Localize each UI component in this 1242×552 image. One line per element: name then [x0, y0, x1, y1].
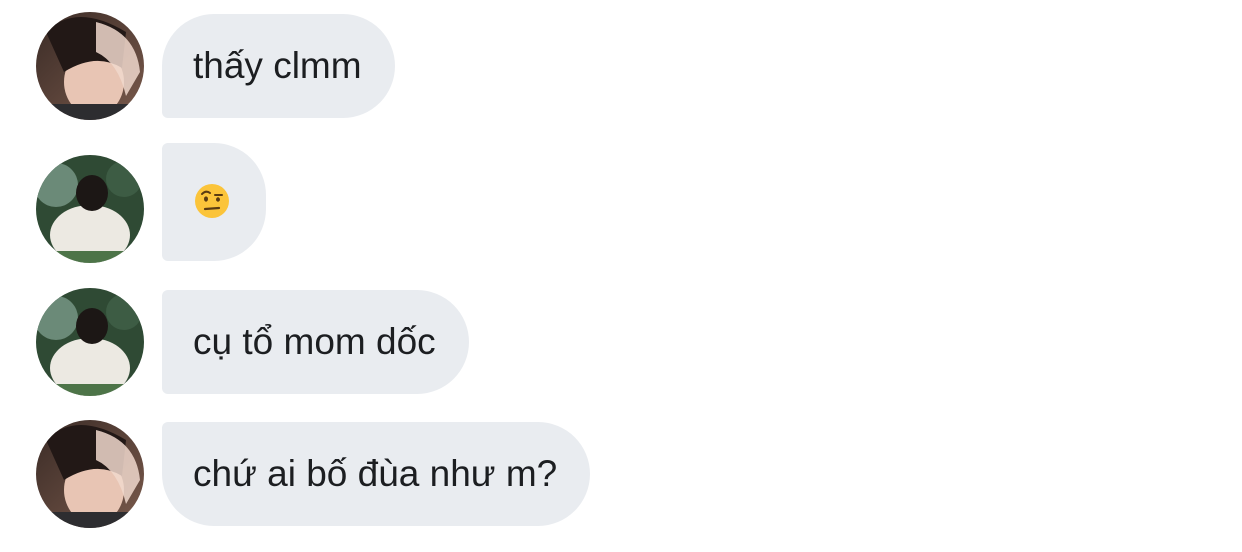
avatar-photo-icon: [36, 288, 144, 396]
message-bubble[interactable]: chứ ai bố đùa như m?: [162, 422, 591, 526]
message-bubble[interactable]: thấy clmm: [162, 14, 395, 118]
avatar-white-shirt-outdoor[interactable]: [36, 155, 144, 263]
avatar-bangs-selfie[interactable]: [36, 12, 144, 120]
avatar-white-shirt-outdoor[interactable]: [36, 288, 144, 396]
message-bubble[interactable]: [162, 143, 266, 261]
avatar-photo-icon: [36, 12, 144, 120]
avatar-bangs-selfie[interactable]: [36, 420, 144, 528]
message-text: cụ tổ mom dốc: [193, 321, 436, 362]
message-bubble[interactable]: cụ tổ mom dốc: [162, 290, 469, 394]
avatar-photo-icon: [36, 155, 144, 263]
message-text: chứ ai bố đùa như m?: [193, 453, 558, 494]
chat-thread: thấy clmm cụ tổ mom dốc chứ ai bố đùa nh…: [0, 0, 1242, 552]
message-text: thấy clmm: [193, 45, 362, 86]
face-with-raised-eyebrow-emoji: [195, 184, 229, 219]
avatar-photo-icon: [36, 420, 144, 528]
